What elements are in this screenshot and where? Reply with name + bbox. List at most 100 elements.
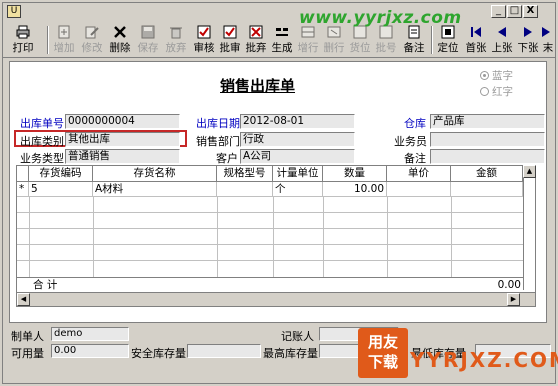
batch-button[interactable]: 批号 (373, 24, 399, 56)
out-type-field[interactable]: 其他出库 (65, 132, 180, 147)
generate-label: 生成 (271, 42, 293, 54)
out-date-label: 出库日期 (196, 117, 240, 130)
batch-icon (379, 25, 393, 39)
approve-icon (223, 25, 237, 39)
add-label: 增加 (53, 42, 75, 54)
trash-icon (170, 27, 182, 39)
audit-icon (197, 25, 211, 39)
customer-field[interactable]: A公司 (240, 149, 355, 164)
next-button[interactable]: 下张 (515, 24, 541, 56)
app-icon: U (7, 5, 21, 18)
locate-button[interactable]: 定位 (435, 24, 461, 56)
remark-button[interactable]: 备注 (401, 24, 427, 56)
modify-button[interactable]: 修改 (79, 24, 105, 56)
first-label: 首张 (465, 42, 487, 54)
printer-icon (16, 25, 30, 39)
total-row: 合 计 0.00 (17, 277, 535, 292)
add-line-icon (301, 26, 315, 38)
cell-code[interactable]: 5 (29, 182, 93, 197)
delete-line-button[interactable]: 删行 (321, 24, 347, 56)
out-type-label: 出库类别 (20, 135, 64, 148)
table-header: 规格型号 (217, 166, 273, 182)
page-title: 销售出库单 (220, 77, 296, 95)
doc-no-label: 出库单号 (20, 117, 64, 130)
audit-label: 审核 (193, 42, 215, 54)
radio-blue-label: 蓝字 (492, 70, 513, 82)
delete-button[interactable]: 删除 (107, 24, 133, 56)
abandon-button[interactable]: 批弃 (243, 24, 269, 56)
scroll-left-icon[interactable]: ◀ (17, 293, 30, 306)
last-button[interactable]: 末 (541, 24, 555, 56)
empty-rows[interactable] (17, 197, 523, 277)
close-button[interactable]: X (523, 5, 538, 18)
table-header: 金额 (451, 166, 523, 182)
generate-button[interactable]: 生成 (269, 24, 295, 56)
table-header: 存货名称 (93, 166, 217, 182)
abandon-label: 批弃 (245, 42, 267, 54)
save-icon (141, 25, 155, 39)
audit-button[interactable]: 审核 (191, 24, 217, 56)
cell-unit[interactable]: 个 (273, 182, 323, 197)
print-label: 打印 (12, 42, 34, 54)
out-date-field[interactable]: 2012-08-01 (240, 114, 355, 129)
add-button[interactable]: 增加 (51, 24, 77, 56)
total-label: 合 计 (33, 279, 58, 291)
toolbar-separator (47, 26, 49, 54)
delete-line-icon (327, 26, 341, 38)
warehouse-label: 仓库 (404, 117, 426, 130)
restore-button[interactable]: □ (507, 5, 522, 18)
items-table: 存货编码 存货名称 规格型号 计量单位 数量 单价 金额 * 5 A材料 个 1… (16, 165, 536, 307)
next-label: 下张 (517, 42, 539, 54)
watermark-logo-line2: 下载 (367, 353, 398, 371)
maker-field: demo (51, 327, 129, 341)
save-button[interactable]: 保存 (135, 24, 161, 56)
doc-no-field[interactable]: 0000000004 (65, 114, 180, 129)
first-button[interactable]: 首张 (463, 24, 489, 56)
available-label: 可用量 (11, 347, 44, 360)
toolbar-separator (431, 26, 433, 54)
warehouse-field[interactable]: 产品库 (430, 114, 545, 129)
add-line-button[interactable]: 增行 (295, 24, 321, 56)
minimize-button[interactable]: _ (491, 5, 506, 18)
radio-red[interactable]: 红字 (480, 84, 513, 99)
horizontal-scrollbar[interactable]: ◀ ▶ (17, 292, 535, 306)
radio-unselected-icon (480, 87, 489, 96)
new-doc-icon (58, 25, 70, 39)
save-label: 保存 (137, 42, 159, 54)
print-button[interactable]: 打印 (5, 24, 41, 56)
salesman-field[interactable] (430, 132, 545, 147)
cell-name[interactable]: A材料 (93, 182, 217, 197)
toolbar: 打印 增加 修改 删除 保存 放弃 审核 批审 批弃 生成 增行 删行 货位 批… (3, 22, 555, 58)
table-header: 存货编码 (29, 166, 93, 182)
stock-location-button[interactable]: 货位 (347, 24, 373, 56)
cell-qty[interactable]: 10.00 (323, 182, 387, 197)
approve-button[interactable]: 批审 (217, 24, 243, 56)
watermark-logo-line1: 用友 (367, 333, 398, 351)
scroll-up-icon[interactable]: ▲ (523, 165, 536, 178)
vertical-scrollbar[interactable]: ▲ (523, 165, 536, 290)
stock-label: 货位 (349, 42, 371, 54)
remark-field-label: 备注 (404, 152, 426, 165)
cell-price[interactable] (387, 182, 451, 197)
add-line-label: 增行 (297, 42, 319, 54)
discard-button[interactable]: 放弃 (163, 24, 189, 56)
stock-icon (353, 25, 367, 39)
scroll-right-icon[interactable]: ▶ (507, 293, 520, 306)
radio-selected-icon (480, 71, 489, 80)
row-marker: * (17, 182, 29, 197)
total-amount: 0.00 (497, 279, 521, 291)
biz-type-field[interactable]: 普通销售 (65, 149, 180, 164)
cell-amount[interactable] (451, 182, 523, 197)
watermark-domain: YYRJXZ.COM (410, 348, 558, 372)
sales-dept-field[interactable]: 行政 (240, 132, 355, 147)
cell-spec[interactable] (217, 182, 273, 197)
salesman-label: 业务员 (394, 135, 427, 148)
abandon-icon (249, 25, 263, 39)
modify-label: 修改 (81, 42, 103, 54)
app-window: U _ □ X www.yyrjxz.com 打印 增加 修改 删除 保存 放弃 (2, 2, 556, 384)
prev-button[interactable]: 上张 (489, 24, 515, 56)
remark-field[interactable] (430, 149, 545, 164)
remark-label: 备注 (403, 42, 425, 54)
last-label: 末 (542, 42, 554, 54)
radio-blue[interactable]: 蓝字 (480, 68, 513, 83)
